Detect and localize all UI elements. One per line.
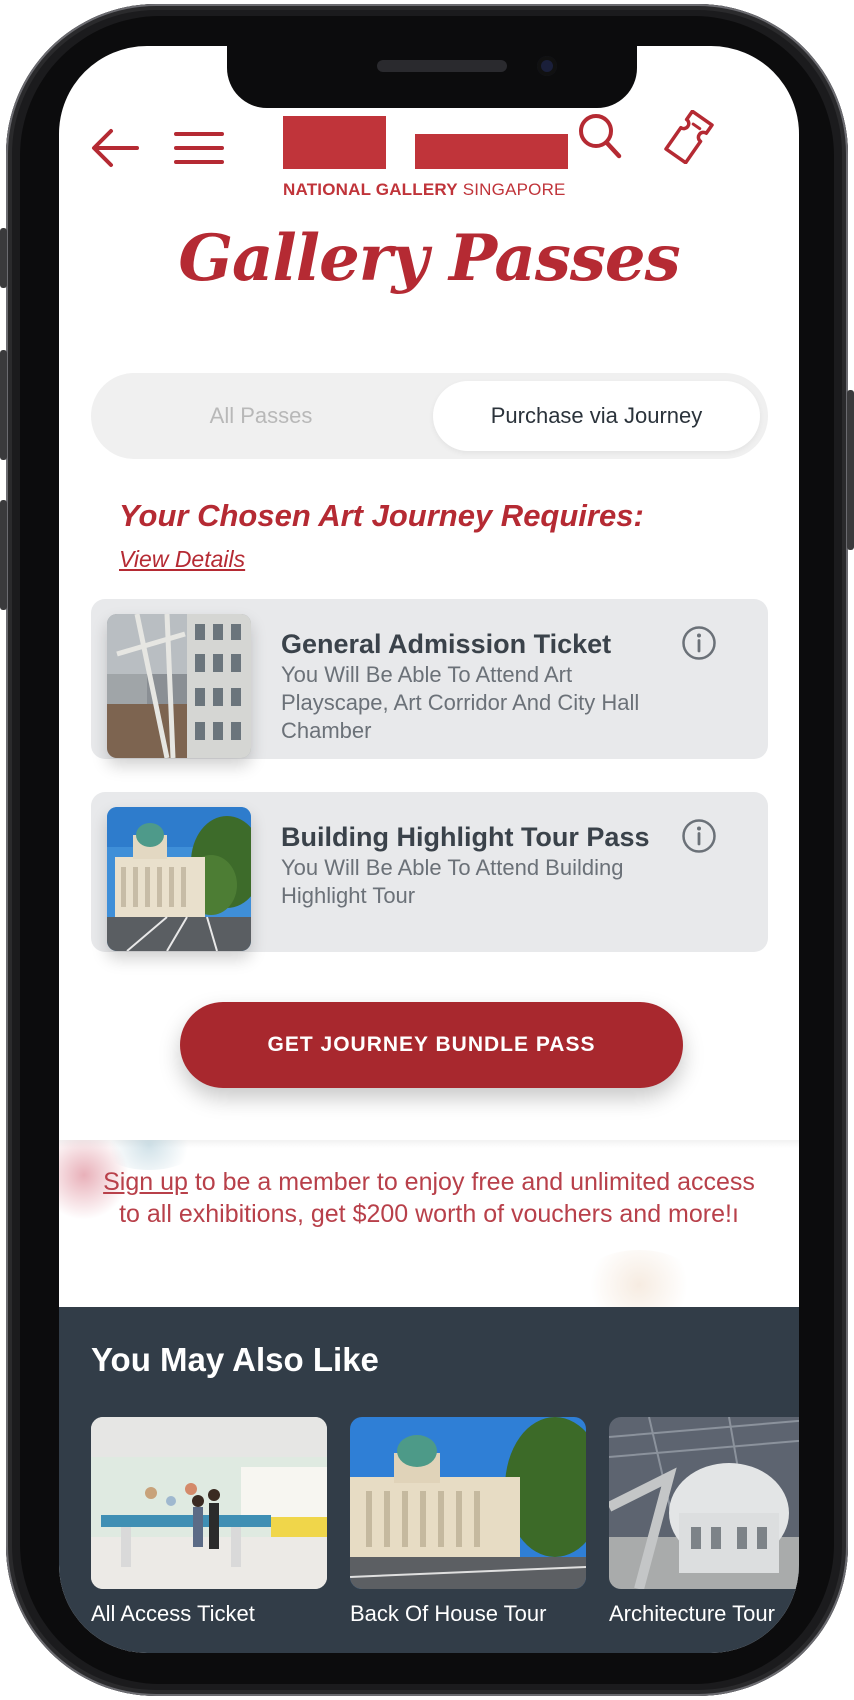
art-playscape-photo bbox=[91, 1417, 327, 1589]
pass-type-toggle: All Passes Purchase via Journey bbox=[91, 373, 768, 459]
menu-icon[interactable] bbox=[173, 126, 225, 170]
pass-description: You Will Be Able To Attend Building High… bbox=[281, 855, 624, 908]
info-icon[interactable] bbox=[681, 818, 717, 854]
front-camera bbox=[537, 56, 557, 76]
recommendation-card-all-access[interactable]: All Access Ticket bbox=[91, 1417, 327, 1627]
app-screen: NATIONAL GALLERY SINGAPORE Gallery Passe… bbox=[59, 46, 799, 1653]
watercolor-decoration bbox=[579, 1250, 699, 1307]
volume-down-button bbox=[0, 500, 7, 610]
speaker-grille bbox=[377, 60, 507, 72]
pass-card-building-highlight[interactable]: Building Highlight Tour Pass You Will Be… bbox=[91, 792, 768, 952]
pass-card-general-admission[interactable]: General Admission Ticket You Will Be Abl… bbox=[91, 599, 768, 759]
recommendations-heading: You May Also Like bbox=[91, 1341, 379, 1378]
logo-text[interactable]: NATIONAL GALLERY SINGAPORE bbox=[283, 180, 573, 200]
building-exterior-photo bbox=[107, 807, 251, 951]
pass-title: Building Highlight Tour Pass bbox=[281, 822, 650, 852]
membership-message: Sign up to be a member to enjoy free and… bbox=[99, 1166, 759, 1230]
membership-banner: Sign up to be a member to enjoy free and… bbox=[59, 1140, 799, 1307]
ticket-icon[interactable] bbox=[663, 110, 715, 164]
pass-title: General Admission Ticket bbox=[281, 629, 612, 659]
dome-architecture-photo bbox=[609, 1417, 799, 1589]
power-button bbox=[847, 390, 854, 550]
phone-notch bbox=[227, 46, 637, 108]
info-icon[interactable] bbox=[681, 625, 717, 661]
building-exterior-photo bbox=[350, 1417, 586, 1589]
page-title: Gallery Passes bbox=[178, 221, 680, 296]
recommendation-label: Architecture Tour bbox=[609, 1601, 775, 1626]
volume-up-button bbox=[0, 350, 7, 460]
logo-mark-left bbox=[283, 116, 386, 169]
sign-up-link[interactable]: Sign up bbox=[103, 1168, 188, 1196]
logo-mark-right bbox=[415, 134, 568, 169]
search-icon[interactable] bbox=[577, 112, 623, 160]
recommendation-card-back-of-house[interactable]: Back Of House Tour bbox=[350, 1417, 586, 1627]
recommendation-label: All Access Ticket bbox=[91, 1601, 255, 1626]
recommendation-card-architecture[interactable]: Architecture Tour bbox=[609, 1417, 799, 1627]
tab-all-passes[interactable]: All Passes bbox=[101, 381, 421, 451]
back-arrow-icon[interactable] bbox=[89, 126, 141, 170]
gallery-interior-photo bbox=[107, 614, 251, 758]
recommendation-label: Back Of House Tour bbox=[350, 1601, 547, 1626]
get-journey-bundle-pass-button[interactable]: GET JOURNEY BUNDLE PASS bbox=[180, 1002, 683, 1088]
journey-requirements-heading: Your Chosen Art Journey Requires: bbox=[119, 498, 644, 533]
membership-text: to be a member to enjoy free and unlimit… bbox=[119, 1168, 755, 1228]
recommendations-section: You May Also Like All Access Ticket Back… bbox=[59, 1307, 799, 1653]
pass-description: You Will Be Able To Attend Art Playscape… bbox=[281, 662, 640, 743]
tab-purchase-via-journey[interactable]: Purchase via Journey bbox=[433, 381, 760, 451]
mute-switch bbox=[0, 228, 7, 288]
view-details-link[interactable]: View Details bbox=[119, 546, 245, 573]
